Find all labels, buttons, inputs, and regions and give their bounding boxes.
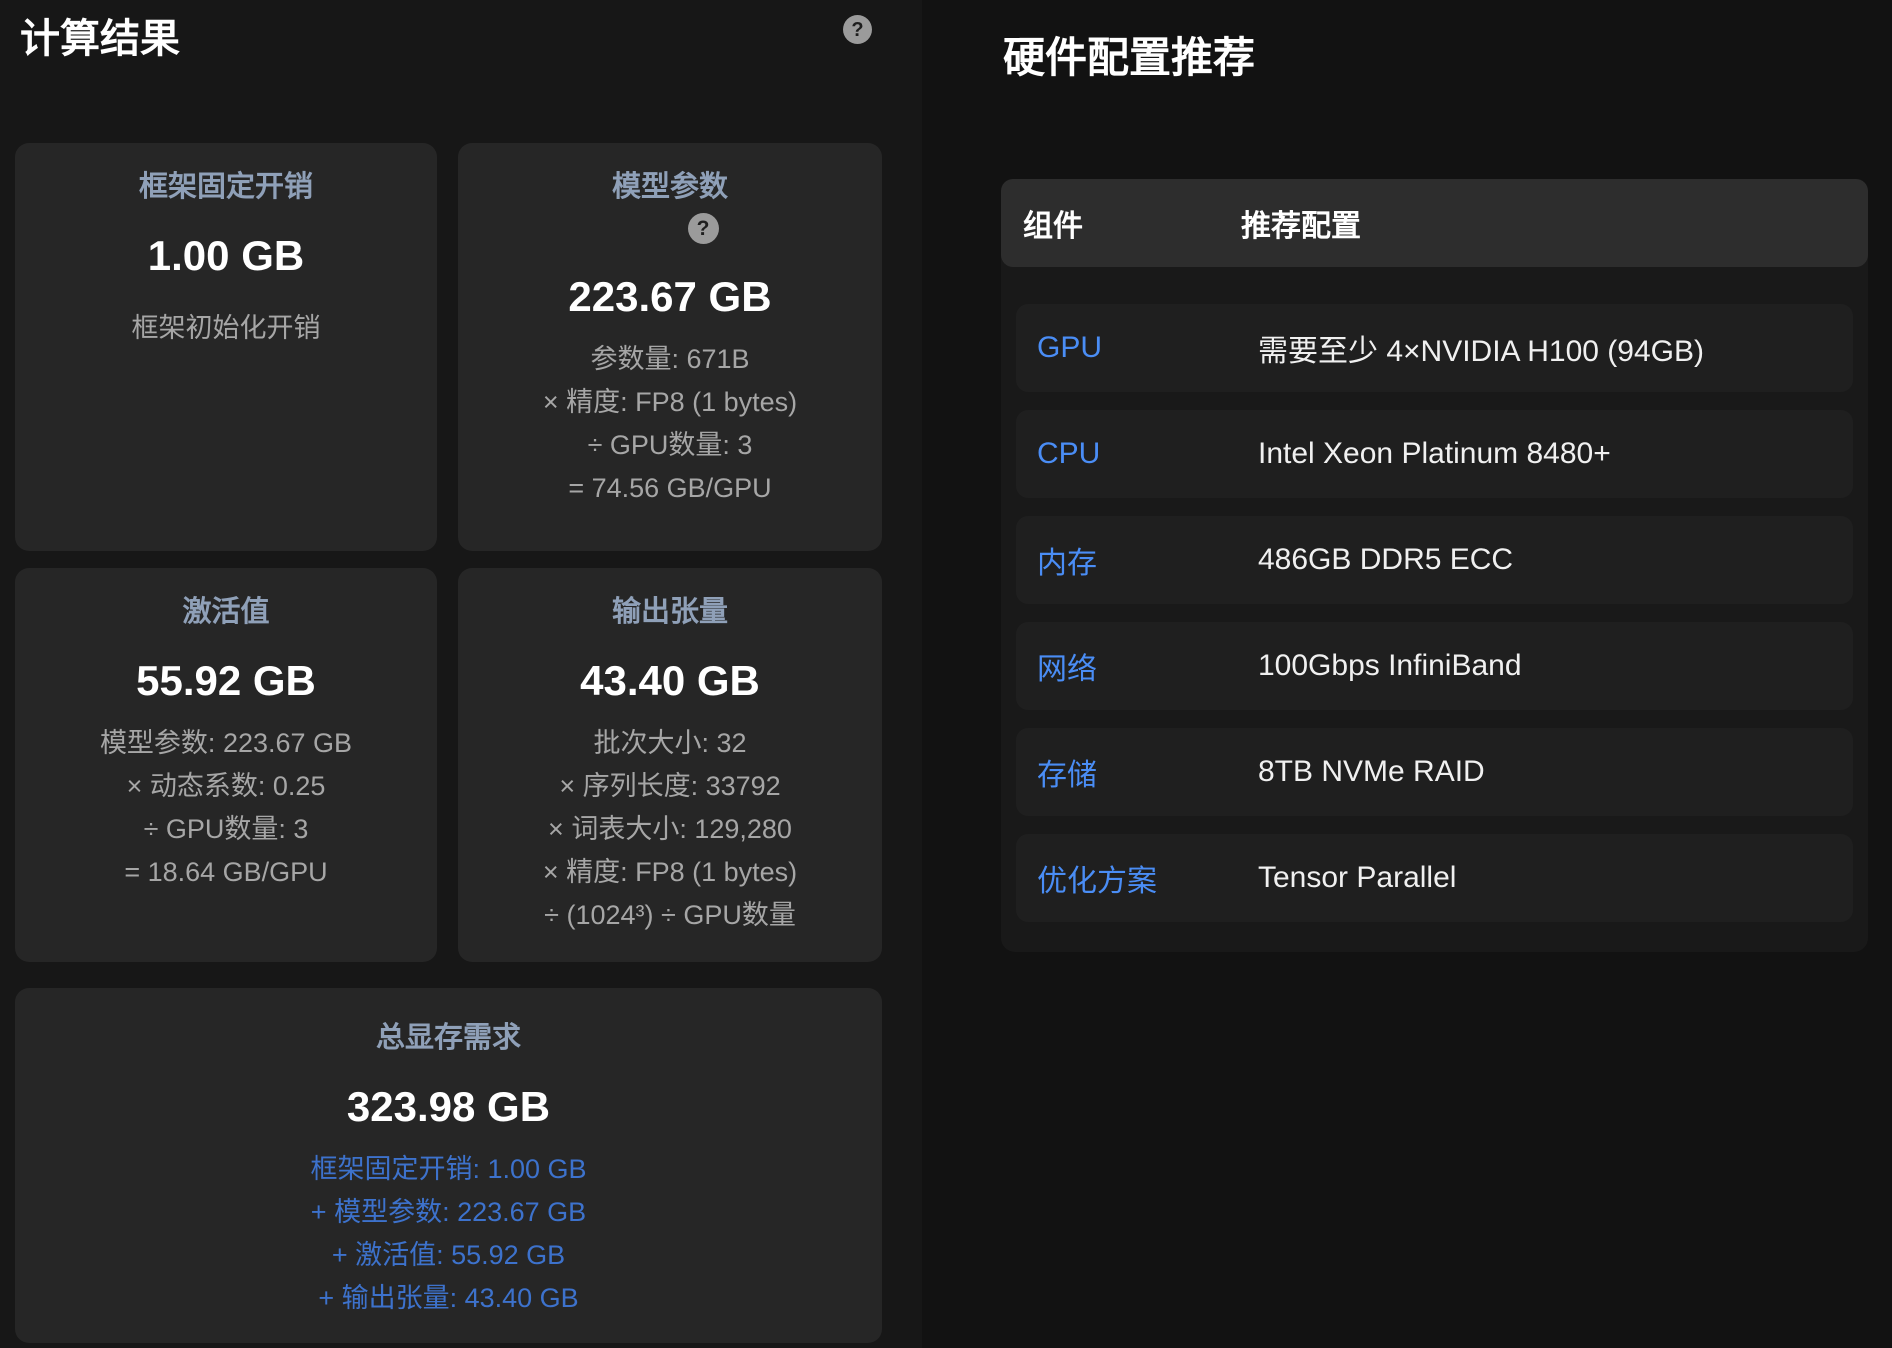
table-row-gpu: GPU 需要至少 4×NVIDIA H100 (94GB) <box>1016 304 1853 392</box>
detail-line: × 词表大小: 129,280 <box>548 814 792 844</box>
card-output-tensor: 输出张量 43.40 GB 批次大小: 32 × 序列长度: 33792 × 词… <box>458 568 882 962</box>
calculation-detail-list: 批次大小: 32 × 序列长度: 33792 × 词表大小: 129,280 ×… <box>543 722 797 937</box>
calculation-results-panel: 计算结果 ? 框架固定开销 1.00 GB 框架初始化开销 模型参数 ? 223… <box>0 0 922 1348</box>
calculation-results-title: 计算结果 <box>20 17 180 61</box>
card-total-vram: 总显存需求 323.98 GB 框架固定开销: 1.00 GB + 模型参数: … <box>15 988 882 1343</box>
row-label: 内存 <box>1037 547 1097 580</box>
calculation-detail-list: 模型参数: 223.67 GB × 动态系数: 0.25 ÷ GPU数量: 3 … <box>100 722 352 894</box>
detail-line: 模型参数: 223.67 GB <box>99 728 353 758</box>
hardware-table: 组件 推荐配置 GPU 需要至少 4×NVIDIA H100 (94GB) CP… <box>1001 179 1868 952</box>
card-title: 框架固定开销 <box>138 171 313 203</box>
total-breakdown-list: 框架固定开销: 1.00 GB + 模型参数: 223.67 GB + 激活值:… <box>310 1148 586 1320</box>
breakdown-line: + 模型参数: 223.67 GB <box>310 1197 587 1227</box>
breakdown-line: + 输出张量: 43.40 GB <box>318 1283 579 1313</box>
table-row-cpu: CPU Intel Xeon Platinum 8480+ <box>1016 410 1853 498</box>
card-value: 323.98 GB <box>346 1083 551 1130</box>
detail-line: ÷ (1024³) ÷ GPU数量 <box>544 900 796 930</box>
row-value: 需要至少 4×NVIDIA H100 (94GB) <box>1258 335 1704 368</box>
card-value: 223.67 GB <box>568 273 772 320</box>
table-row-optimization: 优化方案 Tensor Parallel <box>1016 834 1853 922</box>
calculation-detail-list: 参数量: 671B × 精度: FP8 (1 bytes) ÷ GPU数量: 3… <box>543 338 797 510</box>
hardware-table-header: 组件 推荐配置 <box>1001 179 1868 267</box>
card-title: 总显存需求 <box>375 1022 521 1054</box>
detail-line: × 精度: FP8 (1 bytes) <box>542 387 798 417</box>
card-model-parameters: 模型参数 ? 223.67 GB 参数量: 671B × 精度: FP8 (1 … <box>458 143 882 551</box>
detail-line: × 动态系数: 0.25 <box>126 771 326 801</box>
row-value: 100Gbps InfiniBand <box>1258 649 1522 682</box>
row-value: Tensor Parallel <box>1258 861 1457 894</box>
table-row-network: 网络 100Gbps InfiniBand <box>1016 622 1853 710</box>
card-title: 输出张量 <box>611 596 728 628</box>
card-title: 激活值 <box>182 596 270 628</box>
detail-line: 参数量: 671B <box>590 344 750 374</box>
detail-line: = 18.64 GB/GPU <box>124 857 328 887</box>
row-value: 8TB NVMe RAID <box>1258 755 1485 788</box>
detail-line: × 精度: FP8 (1 bytes) <box>542 857 798 887</box>
detail-line: × 序列长度: 33792 <box>559 771 781 801</box>
detail-line: ÷ GPU数量: 3 <box>587 430 753 460</box>
row-value: 486GB DDR5 ECC <box>1258 543 1514 576</box>
hardware-recommendation-panel: 硬件配置推荐 组件 推荐配置 GPU 需要至少 4×NVIDIA H100 (9… <box>922 0 1892 1348</box>
card-value: 43.40 GB <box>580 657 760 704</box>
card-subtitle: 框架初始化开销 <box>131 313 321 343</box>
hardware-table-body: GPU 需要至少 4×NVIDIA H100 (94GB) CPU Intel … <box>1001 304 1868 922</box>
row-label: 存储 <box>1037 759 1097 792</box>
table-row-storage: 存储 8TB NVMe RAID <box>1016 728 1853 816</box>
row-value: Intel Xeon Platinum 8480+ <box>1258 437 1611 470</box>
column-header-recommended-config: 推荐配置 <box>1241 210 1361 243</box>
card-framework-overhead: 框架固定开销 1.00 GB 框架初始化开销 <box>15 143 437 551</box>
detail-line: ÷ GPU数量: 3 <box>143 814 309 844</box>
card-value: 1.00 GB <box>147 232 305 279</box>
row-label: 优化方案 <box>1037 865 1157 898</box>
help-icon[interactable]: ? <box>687 213 719 244</box>
help-icon[interactable]: ? <box>843 15 872 44</box>
card-value: 55.92 GB <box>136 657 316 704</box>
detail-line: = 74.56 GB/GPU <box>568 473 772 503</box>
card-title: 模型参数 <box>611 171 728 203</box>
card-activations: 激活值 55.92 GB 模型参数: 223.67 GB × 动态系数: 0.2… <box>15 568 437 962</box>
row-label: 网络 <box>1037 653 1097 686</box>
row-label: GPU <box>1037 331 1103 364</box>
breakdown-line: + 激活值: 55.92 GB <box>331 1240 566 1270</box>
detail-line: 批次大小: 32 <box>593 728 747 758</box>
row-label: CPU <box>1037 437 1101 470</box>
column-header-component: 组件 <box>1023 210 1083 243</box>
breakdown-line: 框架固定开销: 1.00 GB <box>310 1154 587 1184</box>
table-row-memory: 内存 486GB DDR5 ECC <box>1016 516 1853 604</box>
hardware-recommendation-title: 硬件配置推荐 <box>1003 34 1256 81</box>
